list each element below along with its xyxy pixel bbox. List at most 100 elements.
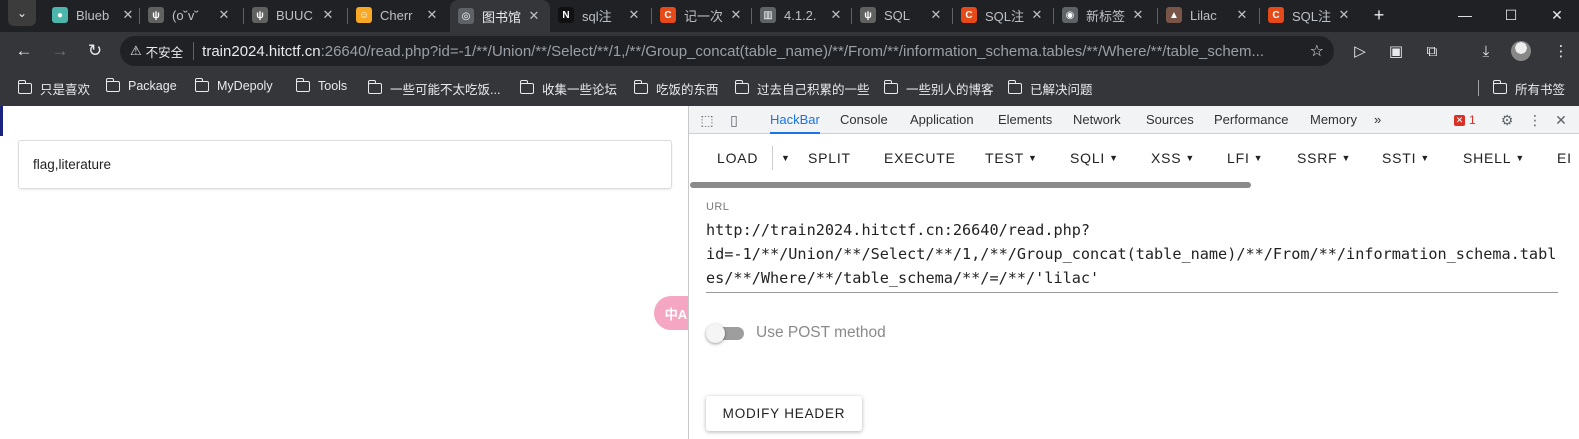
close-tab-icon[interactable]: ✕ <box>828 7 844 23</box>
inspect-element-icon[interactable]: ⬚ <box>697 110 717 130</box>
devtools-tab-performance[interactable]: Performance <box>1214 106 1288 134</box>
devtools-tab-hackbar[interactable]: HackBar <box>770 106 820 134</box>
tab-title: BUUC <box>276 7 313 23</box>
devtools-menu-icon[interactable]: ⋮ <box>1525 110 1545 130</box>
bookmark-folder[interactable]: 已解决问题 <box>1007 79 1093 98</box>
device-toolbar-icon[interactable]: ▯ <box>724 110 744 130</box>
bookmark-folder[interactable]: 只是喜欢 <box>17 79 90 98</box>
security-indicator[interactable]: ⚠ 不安全 <box>130 42 195 60</box>
result-text: flag,literature <box>33 157 112 172</box>
hackbar-ssti-button[interactable]: SSTI ▼ <box>1382 150 1430 166</box>
new-tab-button[interactable]: + <box>1368 4 1390 26</box>
bookmark-folder[interactable]: Package <box>105 77 177 93</box>
bookmark-label: 吃饭的东西 <box>656 83 719 97</box>
hackbar-test-button[interactable]: TEST ▼ <box>985 150 1038 166</box>
tab-search-button[interactable]: ⌄ <box>8 0 36 26</box>
favicon-icon: ☺ <box>356 7 372 23</box>
download-icon[interactable]: ⤓ <box>1474 39 1498 63</box>
more-menu-icon[interactable]: ⋮ <box>1549 39 1573 63</box>
browser-tab[interactable]: ψ BUUC ✕ <box>244 0 344 30</box>
close-tab-icon[interactable]: ✕ <box>1130 7 1146 23</box>
hackbar-sqli-button[interactable]: SQLI ▼ <box>1070 150 1119 166</box>
folder-icon <box>883 80 898 94</box>
tab-title: SQL注 <box>985 8 1025 24</box>
bookmark-folder[interactable]: 一些可能不太吃饭... <box>367 79 500 98</box>
close-tab-icon[interactable]: ✕ <box>626 7 642 23</box>
close-tab-icon[interactable]: ✕ <box>1029 7 1045 23</box>
browser-tab[interactable]: ▥ 4.1.2. ✕ <box>752 0 852 30</box>
browser-tab[interactable]: C 记一次 ✕ <box>652 0 752 30</box>
hackbar-lfi-button[interactable]: LFI ▼ <box>1227 150 1263 166</box>
close-tab-icon[interactable]: ✕ <box>120 7 136 23</box>
browser-tab[interactable]: ◉ 新标签 ✕ <box>1054 0 1154 30</box>
close-tab-icon[interactable]: ✕ <box>728 7 744 23</box>
close-tab-icon[interactable]: ✕ <box>1234 7 1250 23</box>
browser-tab[interactable]: ◎ 图书馆 ✕ <box>450 0 550 32</box>
devtools-tab-memory[interactable]: Memory <box>1310 106 1357 134</box>
browser-tab[interactable]: ▲ Lilac ✕ <box>1158 0 1258 30</box>
bookmark-folder[interactable]: 收集一些论坛 <box>519 79 617 98</box>
error-counter[interactable]: ✕ 1 <box>1454 113 1476 127</box>
hackbar-execute-button[interactable]: EXECUTE <box>884 150 956 166</box>
close-tab-icon[interactable]: ✕ <box>424 7 440 23</box>
load-dropdown-button[interactable]: ▼ <box>777 150 791 166</box>
devtools-tab-network[interactable]: Network <box>1073 106 1121 134</box>
all-bookmarks-folder[interactable]: 所有书签 <box>1492 79 1565 98</box>
hackbar-ei-button[interactable]: EI <box>1557 150 1572 166</box>
bookmarks-divider <box>1478 80 1479 96</box>
browser-tab[interactable]: Nsql注 ✕ <box>550 0 650 30</box>
devtools-tab-console[interactable]: Console <box>840 106 888 134</box>
tab-separator <box>1053 8 1054 24</box>
close-tab-icon[interactable]: ✕ <box>526 8 542 24</box>
url-field-label: URL <box>706 201 730 213</box>
forward-button[interactable]: → <box>46 37 74 65</box>
profile-avatar[interactable] <box>1511 41 1531 61</box>
browser-tab[interactable]: ψ SQL ✕ <box>852 0 952 30</box>
play-extension-icon[interactable]: ▷ <box>1348 39 1372 63</box>
post-method-toggle[interactable] <box>706 324 744 343</box>
hackbar-load-button[interactable]: LOAD <box>717 150 758 166</box>
minimize-button[interactable]: — <box>1442 0 1488 30</box>
browser-tab[interactable]: C SQL注 ✕ <box>1260 0 1360 30</box>
bookmark-folder[interactable]: MyDepoly <box>194 77 273 93</box>
browser-tab[interactable]: ● Blueb ✕ <box>44 0 144 30</box>
bookmark-folder[interactable]: Tools <box>295 77 347 93</box>
close-window-button[interactable]: ✕ <box>1534 0 1579 30</box>
close-tab-icon[interactable]: ✕ <box>320 7 336 23</box>
bookmark-folder[interactable]: 吃饭的东西 <box>633 79 719 98</box>
close-devtools-icon[interactable]: ✕ <box>1551 110 1571 130</box>
modify-header-button[interactable]: MODIFY HEADER <box>706 396 862 431</box>
close-tab-icon[interactable]: ✕ <box>1336 7 1352 23</box>
url-path: :26640/read.php?id=-1/**/Union/**/Select… <box>320 42 1265 60</box>
close-tab-icon[interactable]: ✕ <box>928 7 944 23</box>
bookmark-star-icon[interactable]: ☆ <box>1310 41 1324 61</box>
browser-tab[interactable]: ☺ Cherr ✕ <box>348 0 448 30</box>
hackbar-ssrf-button[interactable]: SSRF ▼ <box>1297 150 1351 166</box>
extensions-puzzle-icon[interactable]: ⧉ <box>1420 39 1444 63</box>
maximize-button[interactable]: ☐ <box>1488 0 1534 30</box>
back-button[interactable]: ← <box>10 37 38 65</box>
reload-icon: ↻ <box>87 41 103 60</box>
hackbar-scrollbar[interactable] <box>690 182 1251 188</box>
devtools-tab-elements[interactable]: Elements <box>998 106 1052 134</box>
browser-tab[interactable]: C SQL注 ✕ <box>953 0 1053 30</box>
settings-gear-icon[interactable]: ⚙ <box>1497 110 1517 130</box>
devtools-tab-sources[interactable]: Sources <box>1146 106 1194 134</box>
favicon-icon: N <box>558 7 574 23</box>
bookmark-folder[interactable]: 过去自己积累的一些 <box>734 79 870 98</box>
bookmark-folder[interactable]: 一些别人的博客 <box>883 79 994 98</box>
folder-icon <box>194 77 209 92</box>
reload-button[interactable]: ↻ <box>81 37 109 65</box>
devtools-tab-application[interactable]: Application <box>910 106 974 134</box>
hackbar-xss-button[interactable]: XSS ▼ <box>1151 150 1195 166</box>
browser-tab[interactable]: ψ (o˘v˘ ✕ <box>140 0 240 30</box>
hackbar-split-button[interactable]: SPLIT <box>808 150 851 166</box>
close-tab-icon[interactable]: ✕ <box>216 7 232 23</box>
more-tabs-button[interactable]: » <box>1374 106 1381 134</box>
hackbar-shell-button[interactable]: SHELL ▼ <box>1463 150 1525 166</box>
url-text[interactable]: train2024.hitctf.cn:26640/read.php?id=-1… <box>202 43 1292 60</box>
extension-icon[interactable]: ▣ <box>1384 39 1408 63</box>
folder-icon <box>734 80 749 94</box>
address-bar[interactable]: ⚠ 不安全 train2024.hitctf.cn:26640/read.php… <box>120 36 1334 66</box>
url-textarea[interactable]: http://train2024.hitctf.cn:26640/read.ph… <box>706 218 1558 294</box>
